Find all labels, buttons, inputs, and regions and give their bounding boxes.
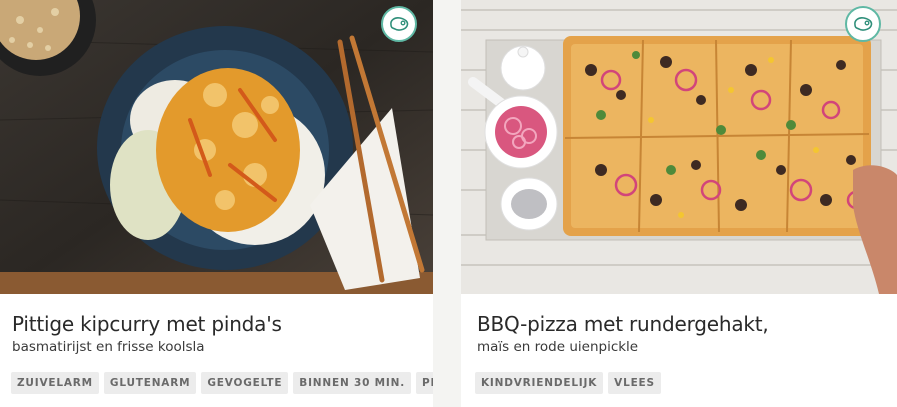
meat-icon [390, 17, 409, 31]
meat-badge [381, 6, 417, 42]
recipe-card[interactable]: BBQ-pizza met rundergehakt, maïs en rode… [461, 0, 897, 407]
tag-binnen-30-min: BINNEN 30 MIN. [293, 372, 411, 394]
tag-kindvriendelijk: KINDVRIENDELIJK [475, 372, 604, 394]
meat-badge [845, 6, 881, 42]
recipe-subtitle: maïs en rode uienpickle [477, 339, 639, 355]
tag-pittig: PITTIG [416, 372, 433, 394]
recipe-title[interactable]: BBQ-pizza met rundergehakt, [477, 312, 769, 336]
pizza-photo-image [461, 0, 897, 294]
tag-glutenarm: GLUTENARM [103, 372, 197, 394]
recipe-title[interactable]: Pittige kipcurry met pinda's [12, 312, 282, 336]
recipe-tags: ZUIVELARM GLUTENARM GEVOGELTE BINNEN 30 … [11, 372, 433, 394]
tag-zuivelarm: ZUIVELARM [11, 372, 99, 394]
tag-gevogelte: GEVOGELTE [201, 372, 289, 394]
tag-vlees: VLEES [608, 372, 661, 394]
meat-icon [854, 17, 873, 31]
curry-photo-image [0, 0, 433, 294]
recipe-subtitle: basmatirijst en frisse koolsla [12, 339, 205, 355]
recipe-photo[interactable] [0, 0, 433, 294]
recipe-tags: KINDVRIENDELIJK VLEES [475, 372, 661, 394]
recipe-card[interactable]: Pittige kipcurry met pinda's basmatirijs… [0, 0, 433, 407]
recipe-photo[interactable] [461, 0, 897, 294]
